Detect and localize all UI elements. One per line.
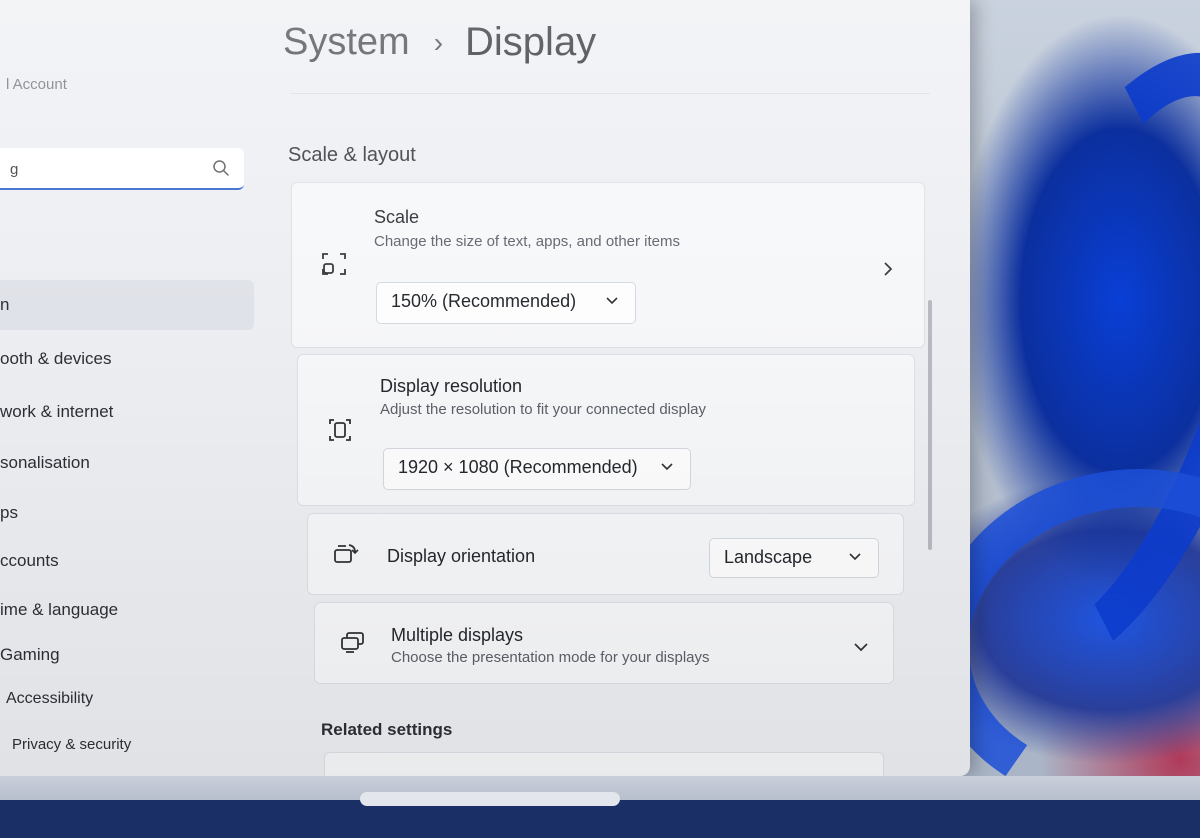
sidebar-item-gaming[interactable]: Gaming (0, 645, 60, 665)
page-title: Display (465, 20, 597, 64)
sidebar-item-label: n (0, 295, 10, 314)
resolution-icon (329, 419, 351, 441)
chevron-down-icon (849, 553, 861, 561)
multiple-displays-card[interactable]: Multiple displays Choose the presentatio… (314, 602, 894, 684)
display-orientation-card: Display orientation Landscape (307, 513, 904, 595)
breadcrumb-parent[interactable]: System (283, 21, 410, 64)
orientation-icon (334, 544, 359, 563)
scale-card[interactable]: Scale Change the size of text, apps, and… (291, 182, 925, 348)
search-icon[interactable] (212, 159, 230, 177)
breadcrumb: System › Display (283, 20, 596, 65)
account-label: l Account (6, 76, 67, 93)
settings-search-box[interactable] (0, 148, 244, 190)
scale-icon (322, 253, 346, 275)
related-settings-title: Related settings (321, 720, 453, 739)
scale-dropdown[interactable]: 150% (Recommended) (376, 282, 636, 324)
chevron-down-icon[interactable] (853, 639, 869, 655)
orientation-dropdown[interactable]: Landscape (709, 538, 879, 578)
header-divider (290, 93, 930, 94)
taskbar-search-box[interactable] (360, 792, 620, 806)
search-input[interactable] (8, 156, 202, 182)
sidebar-item-system[interactable]: n (0, 280, 254, 330)
related-settings-card[interactable] (324, 752, 884, 776)
resolution-dropdown-value: 1920 × 1080 (Recommended) (398, 457, 638, 477)
sidebar-item-accessibility[interactable]: Accessibility (6, 690, 93, 708)
scrollbar[interactable] (928, 300, 932, 550)
sidebar-item-time-language[interactable]: ime & language (0, 600, 118, 620)
scale-description: Change the size of text, apps, and other… (374, 233, 681, 250)
sidebar-item-network-internet[interactable]: work & internet (0, 402, 113, 422)
multiple-displays-icon (341, 632, 364, 653)
breadcrumb-separator: › (433, 26, 444, 58)
resolution-title: Display resolution (380, 376, 523, 396)
sidebar-item-privacy-security[interactable]: Privacy & security (12, 736, 131, 753)
scale-dropdown-value: 150% (Recommended) (391, 291, 577, 311)
sidebar-item-apps[interactable]: ps (0, 503, 18, 523)
chevron-right-icon[interactable] (880, 261, 896, 277)
chevron-down-icon (661, 463, 673, 471)
chevron-down-icon (606, 297, 618, 305)
multiple-displays-description: Choose the presentation mode for your di… (391, 649, 710, 666)
settings-window: l Account n ooth & devices work & intern… (0, 0, 970, 776)
scale-title: Scale (374, 207, 420, 227)
sidebar-item-personalisation[interactable]: sonalisation (0, 453, 90, 473)
multiple-displays-title: Multiple displays (391, 625, 524, 645)
resolution-description: Adjust the resolution to fit your connec… (380, 401, 707, 418)
display-resolution-card: Display resolution Adjust the resolution… (297, 354, 915, 506)
section-title: Scale & layout (288, 144, 416, 166)
sidebar-item-accounts[interactable]: ccounts (0, 551, 59, 571)
orientation-title: Display orientation (387, 546, 536, 566)
resolution-dropdown[interactable]: 1920 × 1080 (Recommended) (383, 448, 691, 490)
orientation-dropdown-value: Landscape (724, 547, 813, 567)
sidebar-item-bluetooth-devices[interactable]: ooth & devices (0, 349, 112, 369)
